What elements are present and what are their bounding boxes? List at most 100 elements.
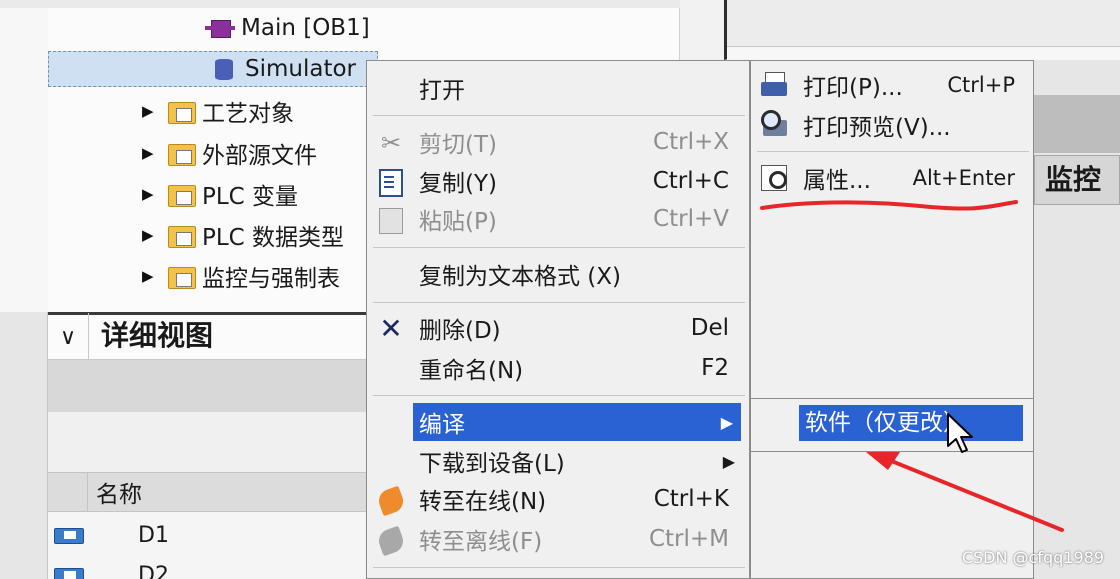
menu-separator bbox=[757, 151, 1029, 152]
mouse-cursor-icon bbox=[947, 413, 973, 453]
menu-item-label: 转至在线(N) bbox=[419, 489, 547, 515]
menu-item-compile-software-changes[interactable]: 软件（仅更改） bbox=[799, 405, 1023, 441]
menu-item-print-preview[interactable]: 打印预览(V)... bbox=[751, 105, 1033, 145]
print-preview-icon bbox=[759, 110, 793, 140]
tag-icon bbox=[48, 556, 88, 579]
menu-item-copy-as-text[interactable]: 复制为文本格式 (X) bbox=[367, 255, 749, 293]
expand-arrow-icon[interactable]: ▶ bbox=[142, 102, 156, 120]
printer-icon bbox=[759, 70, 793, 100]
tree-item-label: PLC 数据类型 bbox=[202, 225, 345, 251]
menu-item-label: 删除(D) bbox=[419, 318, 501, 344]
menu-item-download-to-device[interactable]: 下载到设备(L) ▶ bbox=[367, 442, 749, 480]
editor-top-pane bbox=[724, 0, 1120, 60]
collapse-chevron-icon[interactable]: ∨ bbox=[48, 325, 88, 350]
menu-item-go-online[interactable]: 转至在线(N) Ctrl+K bbox=[367, 480, 749, 518]
detail-row-name: D2 bbox=[138, 562, 169, 579]
menu-item-shortcut: Ctrl+V bbox=[653, 206, 729, 232]
left-side-strip bbox=[0, 312, 48, 579]
menu-item-label: 复制(Y) bbox=[419, 171, 497, 197]
menu-separator bbox=[373, 395, 745, 396]
submenu-arrow-icon: ▶ bbox=[722, 451, 735, 471]
block-icon bbox=[205, 15, 235, 41]
scissors-icon: ✂ bbox=[380, 129, 402, 157]
menu-item-open[interactable]: 打开 bbox=[367, 69, 749, 107]
compile-submenu: 软件（仅更改） bbox=[750, 398, 1034, 452]
tree-item-label: 监控与强制表 bbox=[202, 266, 340, 292]
expand-arrow-icon[interactable]: ▶ bbox=[142, 267, 156, 285]
menu-item-label: 剪切(T) bbox=[419, 132, 497, 158]
copy-icon bbox=[375, 167, 407, 197]
menu-item-properties[interactable]: 属性... Alt+Enter bbox=[751, 158, 1033, 198]
column-spacer bbox=[48, 472, 88, 512]
menu-separator bbox=[373, 302, 745, 303]
tag-icon bbox=[48, 516, 88, 554]
monitor-header[interactable]: 监控 bbox=[1034, 155, 1120, 205]
column-name-header[interactable]: 名称 bbox=[88, 475, 142, 509]
watermark-text: CSDN @cfqq1989 bbox=[961, 548, 1104, 567]
context-menu: 打开 ✂ 剪切(T) Ctrl+X 复制(Y) Ctrl+C 粘贴(P) Ctr… bbox=[366, 60, 750, 579]
menu-separator bbox=[373, 247, 745, 248]
menu-item-shortcut: Ctrl+K bbox=[653, 486, 729, 512]
menu-item-go-offline[interactable]: 转至离线(F) Ctrl+M bbox=[367, 520, 749, 558]
editor-top-bar bbox=[727, 46, 1120, 60]
menu-item-shortcut: Ctrl+P bbox=[947, 73, 1015, 97]
menu-item-paste[interactable]: 粘贴(P) Ctrl+V bbox=[367, 200, 749, 238]
menu-item-label: 复制为文本格式 (X) bbox=[419, 264, 622, 290]
tree-item-label: Main [OB1] bbox=[241, 15, 370, 41]
menu-item-label: 属性... bbox=[803, 168, 871, 194]
tree-item-plc-tags[interactable]: ▶ PLC 变量 bbox=[142, 176, 298, 212]
menu-separator bbox=[373, 115, 745, 116]
detail-row-name: D1 bbox=[138, 522, 169, 548]
tree-item-external-sources[interactable]: ▶ 外部源文件 bbox=[142, 135, 317, 171]
expand-arrow-icon[interactable]: ▶ bbox=[142, 226, 156, 244]
properties-icon bbox=[759, 163, 793, 193]
menu-item-shortcut: Ctrl+X bbox=[653, 129, 729, 155]
menu-item-label: 打印(P)... bbox=[803, 75, 903, 101]
menu-item-label: 打开 bbox=[419, 78, 465, 104]
tree-item-plc-data-types[interactable]: ▶ PLC 数据类型 bbox=[142, 217, 344, 253]
tree-item-label: 外部源文件 bbox=[202, 143, 317, 169]
folder-icon bbox=[166, 222, 196, 248]
menu-item-compile[interactable]: 编译 ▶ bbox=[413, 403, 741, 441]
detail-view-title: 详细视图 bbox=[88, 313, 213, 361]
menu-item-label: 下载到设备(L) bbox=[419, 451, 565, 477]
menu-item-label: 转至离线(F) bbox=[419, 529, 543, 555]
editor-dark-band bbox=[1034, 95, 1120, 153]
db-icon bbox=[209, 56, 239, 82]
tree-top-edge bbox=[0, 0, 680, 8]
tree-item-label: 工艺对象 bbox=[202, 101, 294, 127]
tree-item-simulator[interactable]: Simulator bbox=[48, 51, 378, 87]
menu-item-label: 打印预览(V)... bbox=[803, 115, 951, 141]
expand-arrow-icon[interactable]: ▶ bbox=[142, 185, 156, 203]
menu-item-label: 粘贴(P) bbox=[419, 209, 497, 235]
menu-separator bbox=[373, 567, 745, 568]
tree-item-watch-force-tables[interactable]: ▶ 监控与强制表 bbox=[142, 258, 340, 294]
menu-item-shortcut: Ctrl+C bbox=[652, 168, 729, 194]
expand-arrow-icon[interactable]: ▶ bbox=[142, 144, 156, 162]
menu-item-shortcut: F2 bbox=[701, 355, 729, 381]
menu-item-print[interactable]: 打印(P)... Ctrl+P bbox=[751, 65, 1033, 105]
tree-left-strip bbox=[0, 0, 48, 312]
tree-item-label: Simulator bbox=[245, 56, 357, 82]
paste-icon bbox=[375, 205, 407, 235]
menu-item-label: 重命名(N) bbox=[419, 358, 524, 384]
menu-item-delete[interactable]: ✕ 删除(D) Del bbox=[367, 309, 749, 347]
go-offline-icon bbox=[375, 525, 407, 555]
menu-item-cut[interactable]: ✂ 剪切(T) Ctrl+X bbox=[367, 123, 749, 161]
menu-item-shortcut: Del bbox=[690, 315, 729, 341]
folder-icon bbox=[166, 140, 196, 166]
menu-item-copy[interactable]: 复制(Y) Ctrl+C bbox=[367, 162, 749, 200]
delete-icon: ✕ bbox=[379, 312, 403, 345]
context-submenu: 打印(P)... Ctrl+P 打印预览(V)... 属性... Alt+Ent… bbox=[750, 60, 1034, 579]
tree-item-label: PLC 变量 bbox=[202, 184, 299, 210]
go-online-icon bbox=[375, 485, 407, 515]
folder-icon bbox=[166, 98, 196, 124]
menu-item-rename[interactable]: 重命名(N) F2 bbox=[367, 349, 749, 387]
tree-item-main-ob1[interactable]: Main [OB1] bbox=[205, 10, 370, 46]
menu-item-shortcut: Alt+Enter bbox=[912, 166, 1015, 190]
tree-item-technology-objects[interactable]: ▶ 工艺对象 bbox=[142, 93, 294, 129]
folder-icon bbox=[166, 181, 196, 207]
menu-item-label: 编译 bbox=[419, 412, 465, 438]
submenu-arrow-icon: ▶ bbox=[720, 412, 733, 432]
menu-item-shortcut: Ctrl+M bbox=[648, 526, 729, 552]
